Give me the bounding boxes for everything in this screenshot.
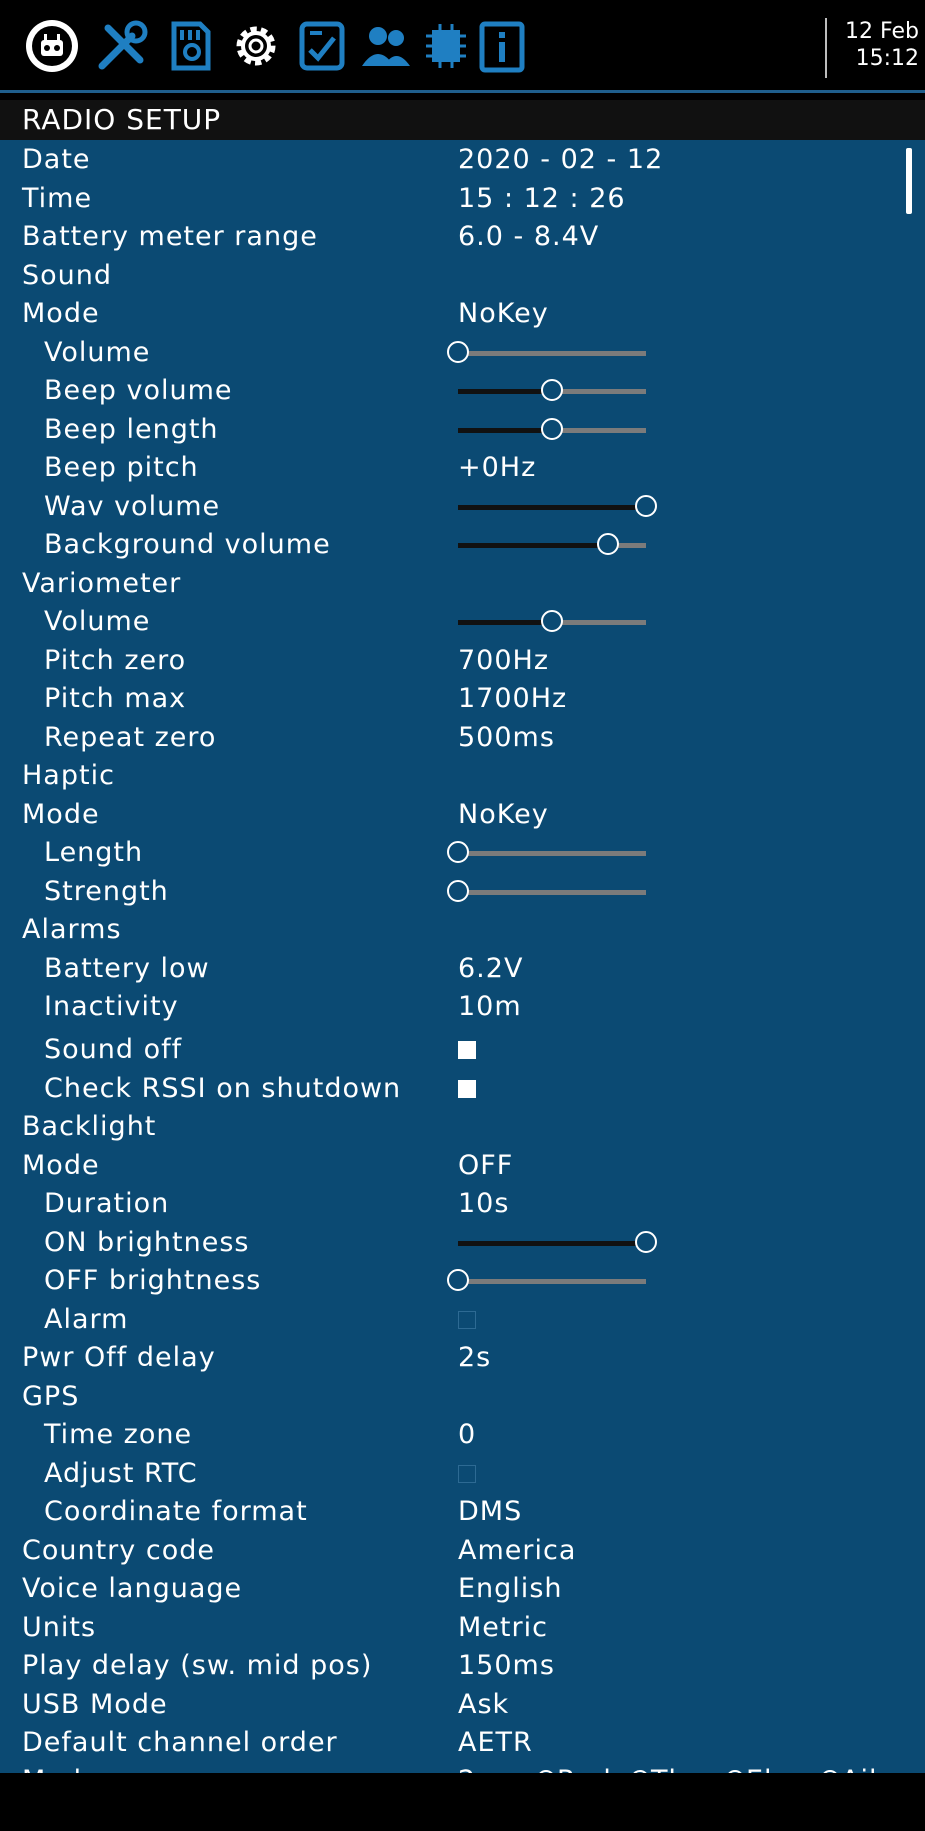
haptic-length-slider[interactable] — [447, 841, 646, 863]
clock-time: 15:12 — [855, 46, 919, 71]
row-alarm[interactable]: Alarm — [0, 1301, 925, 1339]
haptic-strength-slider[interactable] — [447, 880, 646, 902]
sound-mode-value[interactable]: NoKey — [458, 295, 549, 333]
row-repeat-zero[interactable]: Repeat zero 500ms — [0, 719, 925, 757]
time-zone-value[interactable]: 0 — [458, 1416, 476, 1454]
haptic-mode-value[interactable]: NoKey — [458, 796, 549, 834]
row-channel-order[interactable]: Default channel order AETR — [0, 1724, 925, 1762]
info-icon[interactable] — [472, 16, 532, 76]
section-variometer: Variometer — [22, 568, 182, 599]
row-sound-mode[interactable]: Mode NoKey — [0, 295, 925, 333]
row-background-volume[interactable]: Background volume — [0, 526, 925, 564]
beep-volume-slider[interactable] — [458, 379, 646, 401]
row-time-zone[interactable]: Time zone 0 — [0, 1416, 925, 1454]
row-duration[interactable]: Duration 10s — [0, 1185, 925, 1223]
row-time[interactable]: Time 15 : 12 : 26 — [0, 180, 925, 218]
section-sound: Sound — [22, 260, 113, 291]
pwr-off-delay-value[interactable]: 2s — [458, 1339, 491, 1377]
row-backlight-mode[interactable]: Mode OFF — [0, 1147, 925, 1185]
row-adjust-rtc[interactable]: Adjust RTC — [0, 1455, 925, 1493]
units-value[interactable]: Metric — [458, 1609, 548, 1647]
sd-card-icon[interactable] — [160, 16, 220, 76]
row-pwr-off-delay[interactable]: Pwr Off delay 2s — [0, 1339, 925, 1377]
row-sound-off[interactable]: Sound off — [0, 1031, 925, 1069]
date-value[interactable]: 2020 - 02 - 12 — [458, 141, 663, 179]
sound-off-checkbox[interactable] — [458, 1041, 476, 1059]
background-volume-slider[interactable] — [458, 533, 646, 555]
row-vario-volume[interactable]: Volume — [0, 603, 925, 641]
row-haptic-strength[interactable]: Strength — [0, 873, 925, 911]
row-pitch-max[interactable]: Pitch max 1700Hz — [0, 680, 925, 718]
off-brightness-slider[interactable] — [447, 1269, 646, 1291]
row-battery-low[interactable]: Battery low 6.2V — [0, 950, 925, 988]
repeat-zero-value[interactable]: 500ms — [458, 719, 555, 757]
beep-length-slider[interactable] — [458, 418, 646, 440]
row-beep-length[interactable]: Beep length — [0, 411, 925, 449]
voice-language-value[interactable]: English — [458, 1570, 563, 1608]
time-value[interactable]: 15 : 12 : 26 — [458, 180, 626, 218]
pitch-max-value[interactable]: 1700Hz — [458, 680, 567, 718]
radio-menu-icon[interactable] — [22, 16, 82, 76]
on-brightness-slider[interactable] — [458, 1231, 657, 1253]
check-rssi-checkbox[interactable] — [458, 1080, 476, 1098]
row-country-code[interactable]: Country code America — [0, 1532, 925, 1570]
section-alarms: Alarms — [22, 914, 122, 945]
page-title: RADIO SETUP — [0, 100, 925, 140]
adjust-rtc-checkbox[interactable] — [458, 1465, 476, 1483]
row-units[interactable]: Units Metric — [0, 1609, 925, 1647]
row-beep-volume[interactable]: Beep volume — [0, 372, 925, 410]
beep-pitch-value[interactable]: +0Hz — [458, 449, 536, 487]
hardware-chip-icon[interactable] — [416, 16, 476, 76]
toolbar: 12 Feb 15:12 — [0, 0, 925, 93]
alarm-checkbox[interactable] — [458, 1311, 476, 1329]
row-haptic-mode[interactable]: Mode NoKey — [0, 796, 925, 834]
tools-icon[interactable] — [92, 16, 152, 76]
section-haptic: Haptic — [22, 760, 115, 791]
section-backlight: Backlight — [22, 1111, 157, 1142]
pitch-zero-value[interactable]: 700Hz — [458, 642, 549, 680]
row-check-rssi[interactable]: Check RSSI on shutdown — [0, 1070, 925, 1108]
duration-value[interactable]: 10s — [458, 1185, 509, 1223]
clock: 12 Feb 15:12 — [825, 18, 925, 78]
battery-low-value[interactable]: 6.2V — [458, 950, 523, 988]
inactivity-value[interactable]: 10m — [458, 988, 522, 1026]
play-delay-value[interactable]: 150ms — [458, 1647, 555, 1685]
row-haptic-length[interactable]: Length — [0, 834, 925, 872]
country-code-value[interactable]: America — [458, 1532, 576, 1570]
settings-gear-icon[interactable] — [226, 16, 286, 76]
wav-volume-slider[interactable] — [458, 495, 657, 517]
row-usb-mode[interactable]: USB Mode Ask — [0, 1686, 925, 1724]
checklist-icon[interactable] — [292, 16, 352, 76]
row-inactivity[interactable]: Inactivity 10m — [0, 988, 925, 1026]
battery-range-value[interactable]: 6.0 - 8.4V — [458, 218, 599, 256]
coord-format-value[interactable]: DMS — [458, 1493, 522, 1531]
row-voice-language[interactable]: Voice language English — [0, 1570, 925, 1608]
backlight-mode-value[interactable]: OFF — [458, 1147, 513, 1185]
row-coord-format[interactable]: Coordinate format DMS — [0, 1493, 925, 1531]
row-date[interactable]: Date 2020 - 02 - 12 — [0, 141, 925, 179]
clock-date: 12 Feb — [845, 19, 919, 44]
bottom-bar — [0, 1773, 925, 1831]
vario-volume-slider[interactable] — [458, 610, 646, 632]
channel-order-value[interactable]: AETR — [458, 1724, 533, 1762]
row-on-brightness[interactable]: ON brightness — [0, 1224, 925, 1262]
row-play-delay[interactable]: Play delay (sw. mid pos) 150ms — [0, 1647, 925, 1685]
volume-slider[interactable] — [447, 341, 646, 363]
row-pitch-zero[interactable]: Pitch zero 700Hz — [0, 642, 925, 680]
row-battery-range[interactable]: Battery meter range 6.0 - 8.4V — [0, 218, 925, 256]
row-off-brightness[interactable]: OFF brightness — [0, 1262, 925, 1300]
usb-mode-value[interactable]: Ask — [458, 1686, 509, 1724]
row-beep-pitch[interactable]: Beep pitch +0Hz — [0, 449, 925, 487]
section-gps: GPS — [22, 1381, 80, 1412]
row-volume[interactable]: Volume — [0, 334, 925, 372]
row-wav-volume[interactable]: Wav volume — [0, 488, 925, 526]
users-icon[interactable] — [356, 16, 416, 76]
